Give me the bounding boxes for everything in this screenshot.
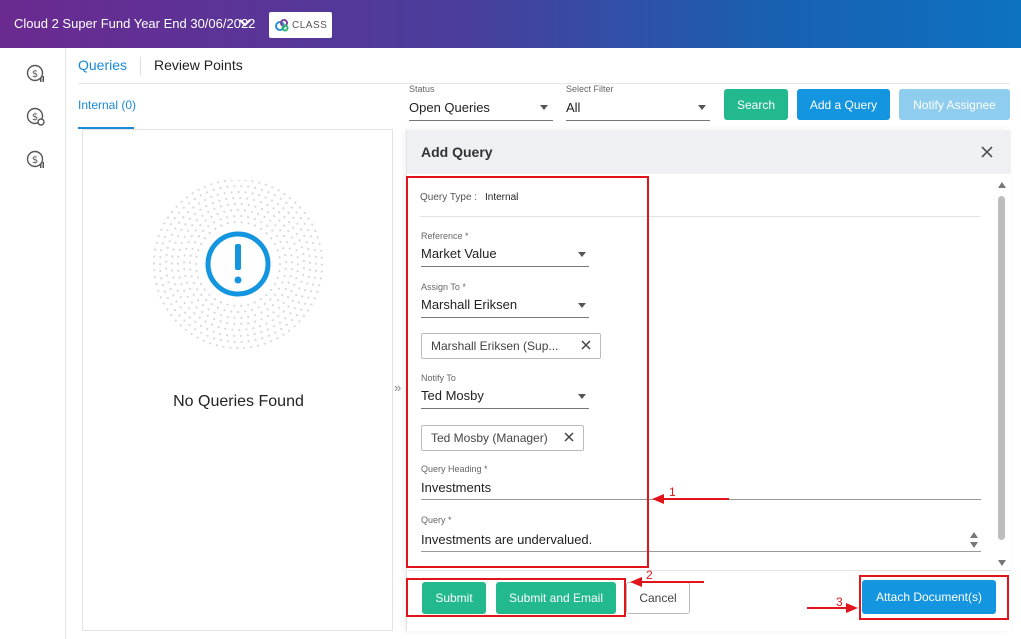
annotation-box-form	[406, 176, 649, 568]
chevron-down-icon[interactable]	[238, 16, 252, 30]
notify-assignee-button[interactable]: Notify Assignee	[899, 89, 1010, 120]
annotation-number-1: 1	[669, 485, 676, 499]
annotation-box-submit	[406, 578, 626, 617]
class-logo: CLASS	[269, 12, 332, 38]
scroll-down-icon[interactable]	[998, 560, 1006, 566]
status-select[interactable]: Open Queries	[409, 100, 490, 115]
top-bar: Cloud 2 Super Fund Year End 30/06/2022 C…	[0, 0, 1021, 48]
tabs-divider	[78, 83, 1010, 84]
select-filter-caret-icon[interactable]	[698, 105, 706, 110]
class-logo-icon	[275, 19, 289, 32]
no-queries-message: No Queries Found	[173, 393, 304, 410]
select-filter-label: Select Filter	[566, 84, 614, 94]
drawer-footer-divider	[407, 570, 1011, 571]
scroll-up-icon[interactable]	[998, 182, 1006, 188]
tab-separator	[140, 57, 141, 75]
select-filter-select[interactable]: All	[566, 100, 580, 115]
fund-title[interactable]: Cloud 2 Super Fund Year End 30/06/2022	[14, 16, 255, 31]
svg-text:$: $	[32, 112, 38, 123]
tab-review-points[interactable]: Review Points	[154, 57, 243, 73]
expand-panel-icon[interactable]: »	[394, 380, 401, 395]
dollar-chart-icon[interactable]: $	[26, 150, 46, 170]
scrollbar-thumb[interactable]	[998, 196, 1005, 540]
add-query-button[interactable]: Add a Query	[797, 89, 890, 120]
annotation-box-attach	[859, 575, 1009, 620]
status-underline	[409, 120, 553, 121]
textarea-resize-icon[interactable]	[969, 531, 979, 549]
queries-list-panel: No Queries Found	[82, 129, 393, 631]
dollar-gear-icon[interactable]: $	[26, 107, 46, 127]
svg-text:$: $	[32, 69, 38, 80]
status-label: Status	[409, 84, 435, 94]
status-caret-icon[interactable]	[540, 105, 548, 110]
drawer-header: Add Query	[407, 130, 1011, 174]
svg-text:$: $	[32, 155, 38, 166]
search-button[interactable]: Search	[724, 89, 788, 120]
empty-state-illustration	[152, 180, 324, 350]
annotation-number-2: 2	[646, 568, 653, 582]
close-icon[interactable]	[979, 144, 995, 160]
cancel-button[interactable]: Cancel	[626, 582, 690, 614]
logo-text: CLASS	[292, 19, 328, 31]
left-rail: $ $ $	[0, 48, 66, 639]
dollar-chart-icon[interactable]: $	[26, 64, 46, 84]
annotation-number-3: 3	[836, 595, 843, 609]
tab-queries[interactable]: Queries	[78, 57, 127, 73]
subtab-internal[interactable]: Internal (0)	[78, 98, 136, 112]
drawer-title: Add Query	[421, 144, 493, 160]
select-filter-underline	[566, 120, 710, 121]
